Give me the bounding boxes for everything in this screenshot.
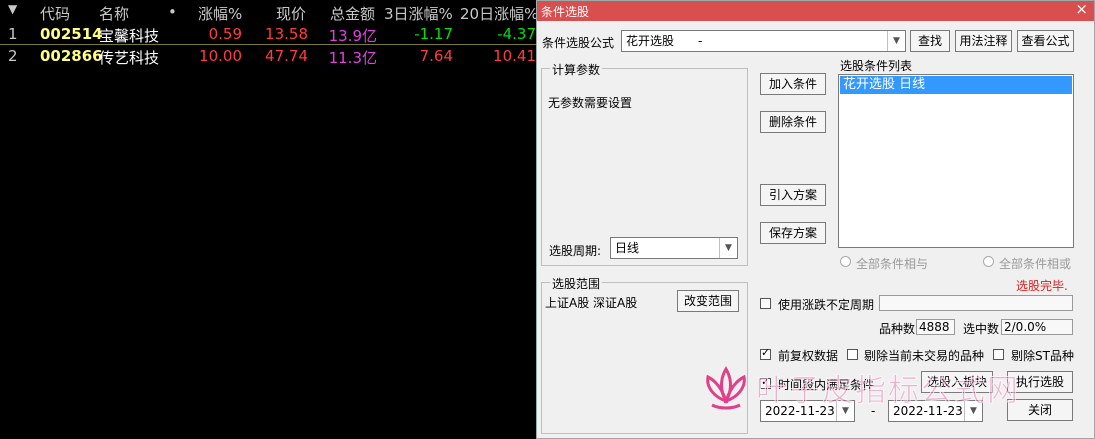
params-group-title: 计算参数	[550, 61, 603, 78]
watermark-text: 叶子皮指标公式网	[756, 373, 1020, 410]
lotus-logo-icon	[706, 366, 746, 410]
condition-list[interactable]: 花开选股 日线	[838, 74, 1074, 248]
find-button[interactable]: 查找	[910, 30, 950, 52]
formula-label: 条件选股公式	[542, 36, 615, 50]
chevron-down-icon[interactable]: ▼	[719, 238, 737, 258]
volatile-period-input[interactable]	[879, 295, 1073, 311]
formula-value: 花开选股 -	[626, 34, 703, 48]
table-row[interactable]: 1 002514 宝馨科技 0.59 13.58 13.9亿 -1.17 -4.…	[0, 24, 560, 46]
view-formula-button[interactable]: 查看公式	[1017, 30, 1074, 52]
import-plan-button[interactable]: 引入方案	[760, 184, 826, 206]
change-20day: 10.41	[493, 47, 536, 65]
adjust-checkbox[interactable]	[760, 346, 771, 360]
price: 13.58	[265, 25, 308, 43]
change-pct: 10.00	[199, 47, 242, 65]
radio-or-label: 全部条件相或	[999, 257, 1072, 271]
usage-notes-button[interactable]: 用法注释	[955, 30, 1012, 52]
radio-and-label: 全部条件相与	[856, 257, 929, 271]
change-3day: 7.64	[419, 47, 453, 65]
volatile-period-checkbox[interactable]	[760, 298, 771, 309]
period-label: 选股周期:	[549, 244, 602, 258]
col-header-code[interactable]: 代码	[40, 3, 70, 24]
change-20day: -4.37	[497, 25, 536, 43]
watermark: 叶子皮指标公式网	[696, 361, 1076, 411]
params-text: 无参数需要设置	[548, 96, 633, 110]
change-3day: -1.17	[414, 25, 453, 43]
amount: 13.9亿	[328, 27, 377, 45]
col-header-name[interactable]: 名称	[99, 3, 129, 24]
dialog-title: 条件选股	[541, 5, 590, 19]
row-index: 1	[8, 25, 18, 43]
delete-condition-button[interactable]: 删除条件	[760, 111, 826, 133]
chevron-down-icon[interactable]: ▼	[887, 31, 905, 51]
col-header-20day[interactable]: 20日涨幅%	[460, 3, 538, 24]
range-group: 选股范围 上证A股 深证A股 改变范围	[541, 275, 748, 434]
sort-arrow-icon[interactable]: ▼	[8, 2, 17, 16]
price: 47.74	[265, 47, 308, 65]
stock-name: 传艺科技	[99, 49, 160, 67]
count-value: 4888	[916, 319, 955, 335]
stock-code: 002866	[40, 47, 103, 65]
col-header-amount[interactable]: 总金额	[330, 3, 375, 24]
range-group-title: 选股范围	[550, 275, 603, 292]
condition-list-item[interactable]: 花开选股 日线	[840, 76, 1072, 94]
formula-select[interactable]: 花开选股 - ▼	[621, 30, 906, 52]
exclude-st-checkbox[interactable]	[993, 349, 1004, 360]
close-icon[interactable]: ×	[1075, 0, 1088, 18]
col-header-price[interactable]: 现价	[276, 3, 306, 24]
change-pct: 0.59	[208, 25, 242, 43]
add-condition-button[interactable]: 加入条件	[760, 73, 826, 95]
col-header-change[interactable]: 涨幅%	[198, 3, 242, 24]
dialog-titlebar[interactable]: 条件选股 ×	[537, 0, 1094, 21]
count-label: 品种数	[879, 322, 916, 336]
table-row[interactable]: 2 002866 传艺科技 10.00 47.74 11.3亿 7.64 10.…	[0, 46, 560, 68]
period-select[interactable]: 日线 ▼	[610, 237, 738, 259]
col-header-dot: •	[168, 3, 177, 21]
radio-and[interactable]	[840, 256, 851, 267]
hit-label: 选中数	[963, 322, 1000, 336]
range-text: 上证A股 深证A股	[545, 296, 638, 310]
save-plan-button[interactable]: 保存方案	[760, 222, 826, 244]
status-text: 选股完毕.	[1016, 279, 1068, 293]
params-group: 计算参数 无参数需要设置 选股周期: 日线 ▼	[541, 61, 748, 266]
stock-name: 宝馨科技	[99, 27, 160, 45]
stock-code: 002514	[40, 25, 103, 43]
volatile-period-label: 使用涨跌不定周期	[778, 298, 875, 312]
change-range-button[interactable]: 改变范围	[677, 290, 739, 312]
row-index: 2	[8, 47, 18, 65]
col-header-3day[interactable]: 3日涨幅%	[384, 3, 453, 24]
radio-or[interactable]	[983, 256, 994, 267]
exclude-untraded-checkbox[interactable]	[847, 349, 858, 360]
hit-value: 2/0.0%	[1001, 319, 1073, 335]
condition-list-title: 选股条件列表	[840, 59, 913, 73]
period-value: 日线	[615, 241, 640, 255]
amount: 11.3亿	[328, 49, 377, 67]
